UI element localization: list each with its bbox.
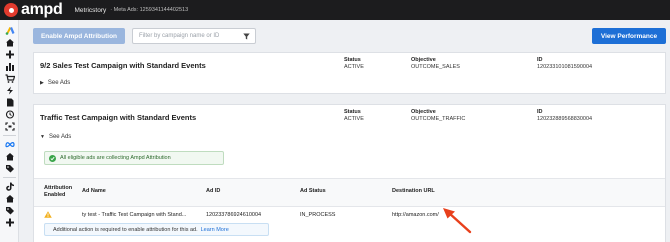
ad-id-header: Ad ID [206,188,221,194]
banner-text: All eligible ads are collecting Ampd Att… [60,155,171,161]
scan-icon[interactable] [4,122,15,131]
home-icon[interactable] [4,194,15,203]
main-content: Enable Ampd Attribution Filter by campai… [26,20,670,242]
warning-icon [44,211,52,218]
google-ads-icon[interactable] [4,26,15,35]
campaign-name: Traffic Test Campaign with Standard Even… [40,113,197,122]
objective-header: Objective [411,57,436,63]
destination-url[interactable]: http://amazon.com/ [392,212,439,218]
campaign-status: ACTIVE [344,116,364,122]
sidebar-divider [3,177,16,178]
note-text: Additional action is required to enable … [53,226,198,233]
ad-name: ty test - Traffic Test Campaign with Sta… [82,212,187,218]
see-ads-toggle[interactable]: ▼ See Ads [40,134,71,140]
attribution-header-line2: Enabled [44,192,66,198]
ad-status: IN_PROCESS [300,212,336,218]
sidebar-divider [3,135,16,136]
view-performance-button[interactable]: View Performance [592,28,666,44]
status-header: Status [344,57,361,63]
caret-right-icon: ▶ [40,80,44,86]
attribution-header-line1: Attribution [44,185,73,191]
tiktok-icon[interactable] [4,182,15,191]
account-name[interactable]: Metricstory [74,7,106,14]
id-header: ID [537,109,543,115]
campaign-card: 9/2 Sales Test Campaign with Standard Ev… [33,52,666,94]
check-circle-icon [49,154,56,162]
tag-icon[interactable] [4,164,15,173]
lightning-icon[interactable] [4,86,15,95]
home-icon[interactable] [4,38,15,47]
file-icon[interactable] [4,98,15,107]
history-icon[interactable] [4,110,15,119]
top-bar: ampd Metricstory · Meta Ads: 12593411444… [0,0,670,20]
campaign-name: 9/2 Sales Test Campaign with Standard Ev… [40,61,206,70]
attribution-action-note: Additional action is required to enable … [44,223,269,236]
sidebar [0,20,19,242]
campaign-objective: OUTCOME_SALES [411,64,460,70]
meta-ads-account: · Meta Ads: 1259341144402513 [110,7,189,13]
destination-url-header: Destination URL [392,188,435,194]
add-icon[interactable] [4,218,15,227]
ad-id: 120233786924610004 [206,212,262,218]
filter-icon[interactable] [243,33,250,40]
attribution-success-banner: All eligible ads are collecting Ampd Att… [44,151,224,165]
ampd-logo-icon [4,3,18,17]
enable-attribution-button[interactable]: Enable Ampd Attribution [33,28,125,44]
status-header: Status [344,109,361,115]
filter-placeholder: Filter by campaign name or ID [139,33,220,39]
meta-icon[interactable] [4,140,15,149]
learn-more-link[interactable]: Learn More [201,227,229,233]
home-icon[interactable] [4,152,15,161]
table-row: ty test - Traffic Test Campaign with Sta… [34,207,665,222]
objective-header: Objective [411,109,436,115]
campaign-id: 120233101081590004 [537,64,593,70]
see-ads-toggle[interactable]: ▶ See Ads [40,80,70,86]
bar-chart-icon[interactable] [4,62,15,71]
cart-icon[interactable] [4,74,15,83]
caret-down-icon: ▼ [40,134,45,140]
campaign-objective: OUTCOME_TRAFFIC [411,116,466,122]
id-header: ID [537,57,543,63]
campaign-status: ACTIVE [344,64,364,70]
add-icon[interactable] [4,50,15,59]
see-ads-label: See Ads [48,134,72,140]
app-logo[interactable]: ampd [21,0,63,20]
ad-name-header: Ad Name [82,188,106,194]
campaign-card: Traffic Test Campaign with Standard Even… [33,104,666,242]
ads-table-header: Attribution Enabled Ad Name Ad ID Ad Sta… [34,178,665,207]
annotation-arrow-icon [443,208,472,234]
see-ads-label: See Ads [47,80,71,86]
campaign-filter-input[interactable]: Filter by campaign name or ID [132,28,256,44]
campaign-id: 120232889568830004 [537,116,593,122]
tag-icon[interactable] [4,206,15,215]
ad-status-header: Ad Status [300,188,326,194]
